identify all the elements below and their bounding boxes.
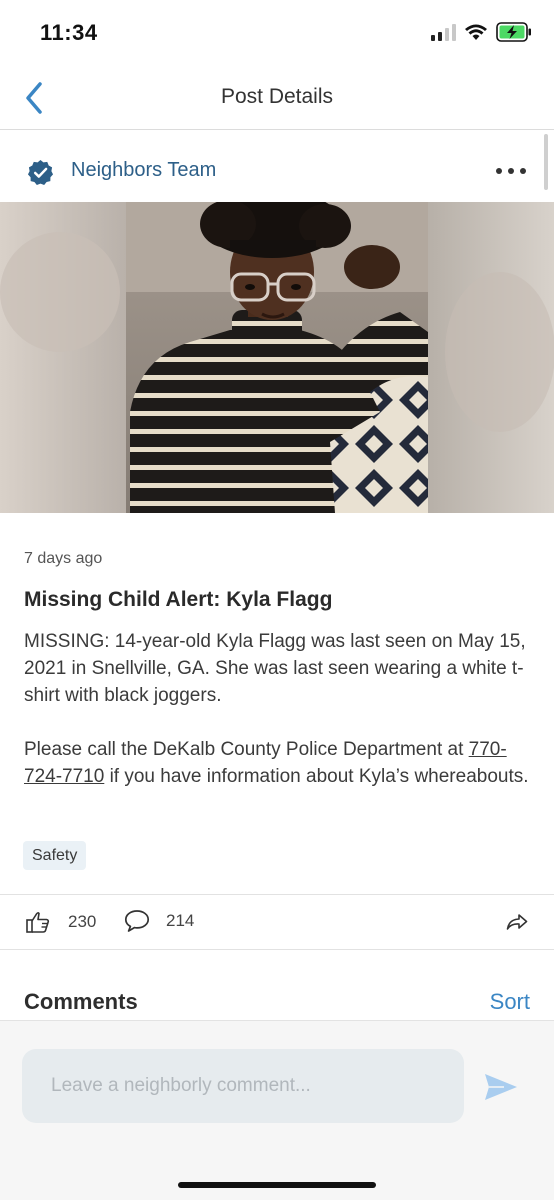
post-body: MISSING: 14-year-old Kyla Flagg was last… bbox=[24, 628, 534, 817]
like-button[interactable]: 230 bbox=[26, 911, 96, 933]
home-indicator[interactable] bbox=[178, 1182, 376, 1188]
comment-input[interactable] bbox=[22, 1049, 464, 1123]
post-paragraph: Please call the DeKalb County Police Dep… bbox=[24, 736, 534, 790]
comments-header: Comments Sort bbox=[0, 975, 554, 1023]
thumbs-up-icon bbox=[26, 912, 50, 933]
status-icons bbox=[431, 22, 532, 42]
post-title: Missing Child Alert: Kyla Flagg bbox=[24, 588, 333, 611]
post-text: Please call the DeKalb County Police Dep… bbox=[24, 739, 469, 760]
post-photo[interactable] bbox=[0, 202, 554, 513]
post-action-bar: 230 214 bbox=[0, 894, 554, 950]
post-text: if you have information about Kyla’s whe… bbox=[104, 766, 529, 787]
category-tag[interactable]: Safety bbox=[23, 841, 87, 870]
comments-title: Comments bbox=[24, 989, 138, 1014]
more-horizontal-icon bbox=[496, 168, 502, 174]
share-arrow-icon bbox=[506, 914, 528, 930]
share-button[interactable] bbox=[506, 913, 528, 931]
like-count: 230 bbox=[68, 912, 97, 931]
nav-header: Post Details bbox=[0, 66, 554, 130]
verified-badge-icon bbox=[27, 159, 54, 186]
missing-child-photo bbox=[0, 202, 554, 513]
author-name[interactable]: Neighbors Team bbox=[71, 159, 216, 182]
comment-button[interactable]: 214 bbox=[124, 909, 194, 933]
speech-bubble-icon bbox=[124, 910, 150, 932]
status-bar: 11:34 bbox=[0, 0, 554, 66]
post-timestamp: 7 days ago bbox=[24, 550, 103, 567]
wifi-icon bbox=[465, 24, 487, 40]
post-author-row: Neighbors Team bbox=[0, 144, 554, 200]
send-button[interactable] bbox=[484, 1073, 518, 1101]
sort-button[interactable]: Sort bbox=[490, 989, 530, 1015]
page-title: Post Details bbox=[220, 85, 334, 108]
comment-composer bbox=[0, 1020, 554, 1200]
status-time: 11:34 bbox=[40, 20, 98, 45]
send-icon bbox=[485, 1074, 517, 1100]
cellular-signal-icon bbox=[431, 23, 456, 41]
battery-charging-icon bbox=[496, 22, 531, 42]
more-options-button[interactable] bbox=[496, 159, 526, 183]
comment-count: 214 bbox=[166, 911, 195, 930]
post-paragraph: MISSING: 14-year-old Kyla Flagg was last… bbox=[24, 631, 526, 706]
